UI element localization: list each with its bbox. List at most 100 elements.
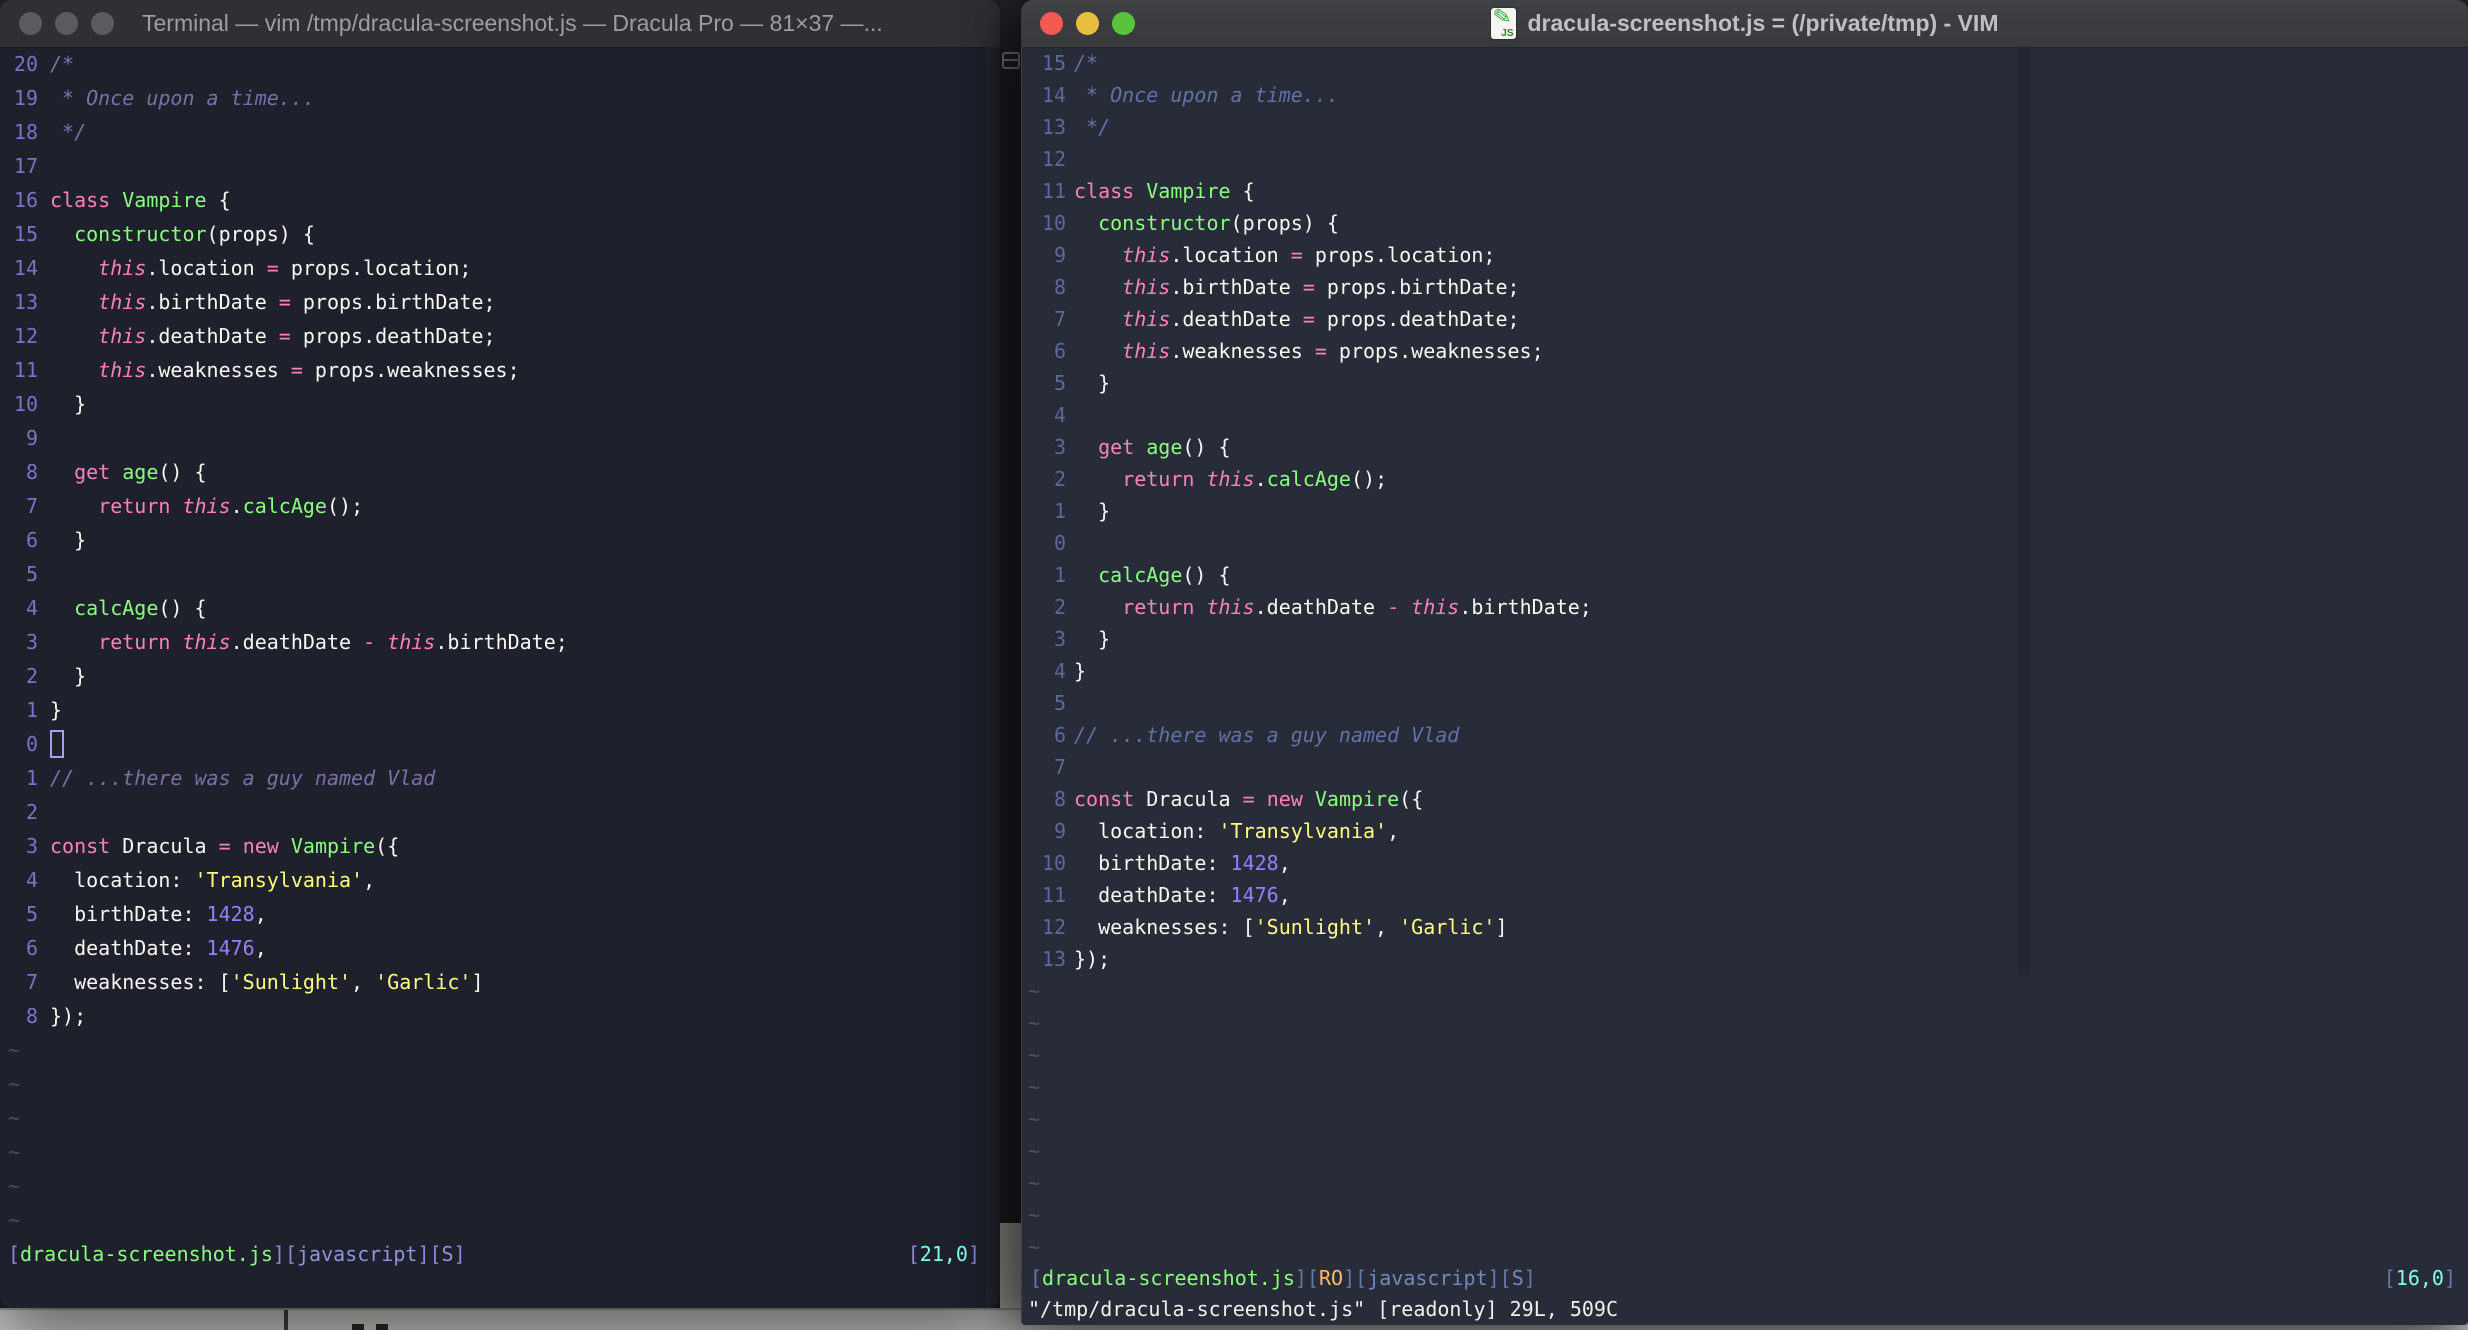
empty-buffer-line: ~ <box>1022 1231 2468 1263</box>
terminal-window: Terminal — vim /tmp/dracula-screenshot.j… <box>0 0 1000 1308</box>
line-number: 13 <box>1041 115 1066 139</box>
code-line[interactable]: 7 this.deathDate = props.deathDate; <box>1022 303 2468 335</box>
line-number: 2 <box>1053 467 1066 491</box>
line-number: 11 <box>1041 883 1066 907</box>
vim-statusline: [dracula-screenshot.js][javascript][S] [2… <box>0 1237 1000 1271</box>
code-line[interactable]: 8 const Dracula = new Vampire({ <box>1022 783 2468 815</box>
code-line[interactable]: 1 } <box>1022 495 2468 527</box>
code-line[interactable]: 3 return this.deathDate - this.birthDate… <box>0 625 1000 659</box>
code-line[interactable]: 13}); <box>1022 943 2468 975</box>
code-text: calcAge() { <box>1098 563 1231 587</box>
minimize-button-icon[interactable] <box>55 12 78 35</box>
code-line[interactable]: 2 return this.calcAge(); <box>1022 463 2468 495</box>
line-number: 20 <box>13 52 38 76</box>
line-number: 6 <box>25 936 38 960</box>
code-line[interactable]: 19 * Once upon a time... <box>0 81 1000 115</box>
line-number: 12 <box>1041 147 1066 171</box>
code-line[interactable]: 2 <box>0 795 1000 829</box>
code-line[interactable]: 3 const Dracula = new Vampire({ <box>0 829 1000 863</box>
code-text: return this.calcAge(); <box>1122 467 1388 491</box>
code-line[interactable]: 12 weaknesses: ['Sunlight', 'Garlic'] <box>1022 911 2468 943</box>
code-line[interactable]: 13 */ <box>1022 111 2468 143</box>
code-line[interactable]: 8}); <box>0 999 1000 1033</box>
line-number: 0 <box>1053 531 1066 555</box>
code-line[interactable]: 4 calcAge() { <box>0 591 1000 625</box>
code-text: // ...there was a guy named Vlad <box>50 766 436 790</box>
empty-buffer-line: ~ <box>1022 1039 2468 1071</box>
code-line[interactable]: 5 birthDate: 1428, <box>0 897 1000 931</box>
zoom-button-icon[interactable] <box>1112 12 1135 35</box>
code-text: this.birthDate = props.birthDate; <box>98 290 496 314</box>
empty-buffer-line: ~ <box>1022 1071 2468 1103</box>
scrollbar-thumb-icon[interactable] <box>1002 52 1020 69</box>
traffic-lights <box>1021 12 1135 35</box>
code-line[interactable]: 1} <box>0 693 1000 727</box>
line-number: 9 <box>1053 819 1066 843</box>
zoom-button-icon[interactable] <box>91 12 114 35</box>
close-button-icon[interactable] <box>1040 12 1063 35</box>
code-line[interactable]: 10 } <box>0 387 1000 421</box>
code-line[interactable]: 6 // ...there was a guy named Vlad <box>1022 719 2468 751</box>
macvim-buffer[interactable]: 15/* 14 * Once upon a time... 13 */ 12 11 cla… <box>1021 47 2468 1325</box>
code-line[interactable]: 14 * Once upon a time... <box>1022 79 2468 111</box>
line-number: 0 <box>25 732 38 756</box>
code-line[interactable]: 13 this.birthDate = props.birthDate; <box>0 285 1000 319</box>
code-line[interactable]: 5 <box>1022 687 2468 719</box>
line-number: 14 <box>1041 83 1066 107</box>
code-line[interactable]: 11 deathDate: 1476, <box>1022 879 2468 911</box>
code-line[interactable]: 15 constructor(props) { <box>0 217 1000 251</box>
code-line[interactable]: 6 this.weaknesses = props.weaknesses; <box>1022 335 2468 367</box>
code-text: } <box>50 528 87 552</box>
minimize-button-icon[interactable] <box>1076 12 1099 35</box>
status-file-info: [dracula-screenshot.js][RO][javascript][… <box>1030 1266 1536 1290</box>
code-line[interactable]: 17 <box>0 149 1000 183</box>
terminal-titlebar[interactable]: Terminal — vim /tmp/dracula-screenshot.j… <box>0 0 1000 48</box>
code-line[interactable]: 11 class Vampire { <box>1022 175 2468 207</box>
code-line[interactable]: 4} <box>1022 655 2468 687</box>
code-line[interactable]: 18 */ <box>0 115 1000 149</box>
line-number: 8 <box>25 1004 38 1028</box>
code-line[interactable]: 10 constructor(props) { <box>1022 207 2468 239</box>
code-line[interactable]: 12 <box>1022 143 2468 175</box>
code-line[interactable]: 20 /* <box>0 47 1000 81</box>
code-line[interactable]: 7 weaknesses: ['Sunlight', 'Garlic'] <box>0 965 1000 999</box>
code-line[interactable]: 12 this.deathDate = props.deathDate; <box>0 319 1000 353</box>
code-line[interactable]: 2 } <box>0 659 1000 693</box>
macvim-titlebar[interactable]: ✎ JS dracula-screenshot.js = (/private/t… <box>1021 0 2468 48</box>
code-line[interactable]: 7 return this.calcAge(); <box>0 489 1000 523</box>
code-line[interactable]: 9 this.location = props.location; <box>1022 239 2468 271</box>
line-number: 12 <box>13 324 38 348</box>
line-number: 1 <box>25 698 38 722</box>
code-line[interactable]: 5 } <box>1022 367 2468 399</box>
code-line[interactable]: 11 this.weaknesses = props.weaknesses; <box>0 353 1000 387</box>
code-line[interactable]: 1 // ...there was a guy named Vlad <box>0 761 1000 795</box>
close-button-icon[interactable] <box>19 12 42 35</box>
terminal-window-title: Terminal — vim /tmp/dracula-screenshot.j… <box>142 10 883 36</box>
code-line[interactable]: 0 <box>1022 527 2468 559</box>
code-line[interactable]: 15 /* <box>1022 47 2468 79</box>
code-line[interactable]: 6 } <box>0 523 1000 557</box>
code-line[interactable]: 14 this.location = props.location; <box>0 251 1000 285</box>
code-line[interactable]: 3 } <box>1022 623 2468 655</box>
code-line[interactable]: 5 <box>0 557 1000 591</box>
code-line[interactable]: 8 get age() { <box>0 455 1000 489</box>
code-text: this.location = props.location; <box>98 256 472 280</box>
line-number: 10 <box>13 392 38 416</box>
terminal-vim-buffer[interactable]: 20/* 19 * Once upon a time... 18 */17 16 cla… <box>0 47 1000 1308</box>
code-text: const Dracula = new Vampire({ <box>50 834 400 858</box>
code-line[interactable]: 8 this.birthDate = props.birthDate; <box>1022 271 2468 303</box>
code-line[interactable]: 9 <box>0 421 1000 455</box>
code-line[interactable]: 9 location: 'Transylvania', <box>1022 815 2468 847</box>
code-line[interactable]: 1 calcAge() { <box>1022 559 2468 591</box>
code-line[interactable]: 3 get age() { <box>1022 431 2468 463</box>
code-line[interactable]: 4 <box>1022 399 2468 431</box>
code-line[interactable]: 6 deathDate: 1476, <box>0 931 1000 965</box>
vim-statusline: [dracula-screenshot.js][RO][javascript][… <box>1022 1263 2468 1294</box>
code-line[interactable]: 16 class Vampire { <box>0 183 1000 217</box>
code-line[interactable]: 2 return this.deathDate - this.birthDate… <box>1022 591 2468 623</box>
code-text: }); <box>1074 947 1111 971</box>
code-line[interactable]: 0 <box>0 727 1000 761</box>
code-line[interactable]: 10 birthDate: 1428, <box>1022 847 2468 879</box>
code-line[interactable]: 7 <box>1022 751 2468 783</box>
code-line[interactable]: 4 location: 'Transylvania', <box>0 863 1000 897</box>
